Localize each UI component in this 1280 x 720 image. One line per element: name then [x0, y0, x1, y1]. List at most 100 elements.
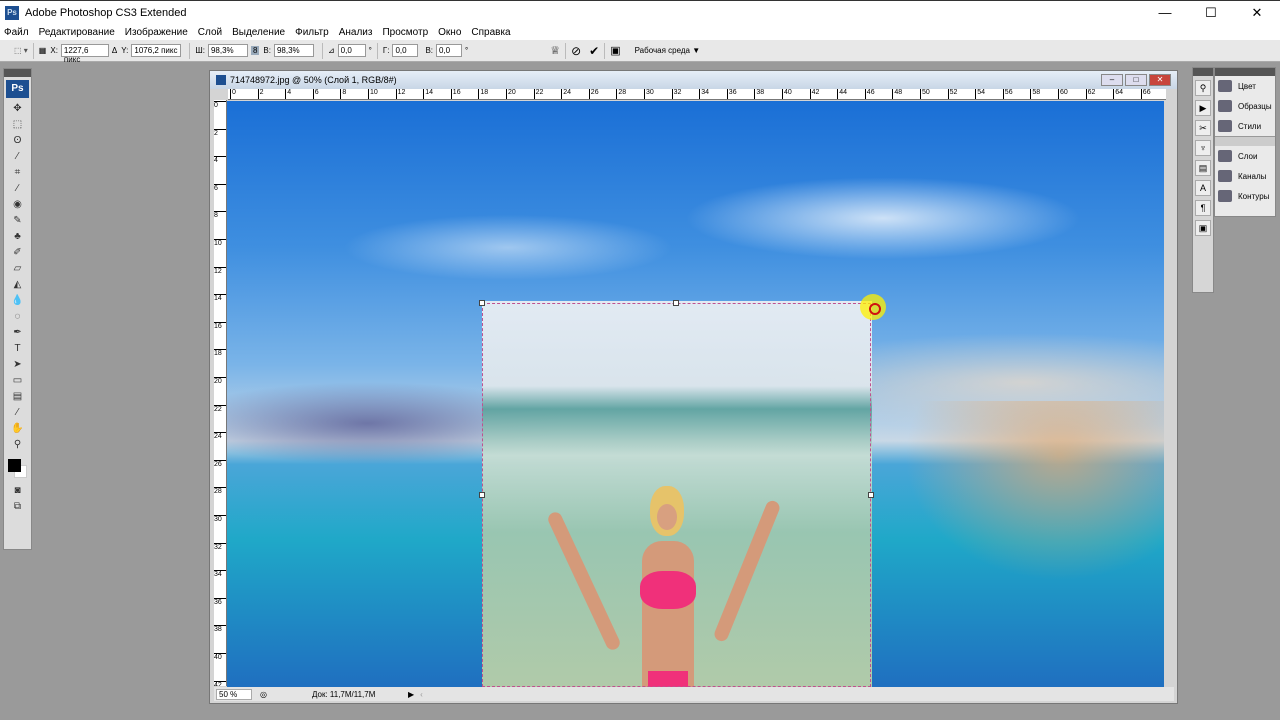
transform-handle[interactable]: [479, 300, 485, 306]
ruler-label: 32: [671, 89, 681, 99]
ruler-label: 40: [782, 89, 792, 99]
delta-icon[interactable]: Δ: [112, 46, 117, 55]
shape-tool-icon[interactable]: ▭: [4, 373, 31, 389]
stamp-tool-icon[interactable]: ♣: [4, 229, 31, 245]
menu-file[interactable]: Файл: [4, 27, 29, 38]
reference-point-icon[interactable]: ▦: [39, 46, 47, 55]
magic-wand-tool-icon[interactable]: ⁄: [4, 149, 31, 165]
hskew-field[interactable]: 0,0: [392, 44, 419, 57]
panel-paths[interactable]: Контуры: [1215, 186, 1275, 206]
actions-icon[interactable]: ▶: [1195, 100, 1211, 116]
healing-tool-icon[interactable]: ◉: [4, 197, 31, 213]
bridge-icon[interactable]: ▣: [610, 44, 620, 57]
y-field[interactable]: 1076,2 пикс: [131, 44, 182, 57]
doc-close-button[interactable]: ✕: [1149, 74, 1171, 86]
blur-tool-icon[interactable]: 💧: [4, 293, 31, 309]
menu-image[interactable]: Изображение: [125, 27, 188, 38]
slice-tool-icon[interactable]: ∕: [4, 181, 31, 197]
angle-field[interactable]: 0,0: [337, 44, 366, 57]
x-label: X:: [50, 46, 58, 55]
marquee-tool-icon[interactable]: ⬚: [4, 117, 31, 133]
vskew-field[interactable]: 0,0: [436, 44, 462, 57]
ruler-label: 0: [230, 89, 236, 99]
canvas[interactable]: [227, 101, 1164, 687]
cancel-transform-icon[interactable]: ⊘: [571, 44, 581, 58]
tools-icon[interactable]: ✂: [1195, 120, 1211, 136]
menu-analysis[interactable]: Анализ: [339, 27, 373, 38]
quick-mask-icon[interactable]: ◙: [4, 483, 31, 499]
hand-tool-icon[interactable]: ✋: [4, 421, 31, 437]
layer-comps-icon[interactable]: ▣: [1195, 220, 1211, 236]
transform-bounding-box[interactable]: [479, 300, 874, 687]
ruler-label: 22: [533, 89, 543, 99]
doc-maximize-button[interactable]: □: [1125, 74, 1147, 86]
path-select-icon[interactable]: ➤: [4, 357, 31, 373]
crop-tool-icon[interactable]: ⌗: [4, 165, 31, 181]
ruler-label: 14: [423, 89, 433, 99]
transform-handle[interactable]: [868, 492, 874, 498]
brush-tool-icon[interactable]: ✎: [4, 213, 31, 229]
menu-view[interactable]: Просмотр: [382, 27, 428, 38]
layers-panel-icon: [1218, 150, 1232, 162]
color-swatches[interactable]: [4, 453, 31, 483]
ruler-label: 34: [214, 570, 226, 578]
menu-edit[interactable]: Редактирование: [39, 27, 115, 38]
move-tool-icon[interactable]: ✥: [4, 101, 31, 117]
menu-layer[interactable]: Слой: [198, 27, 222, 38]
doc-minimize-button[interactable]: –: [1101, 74, 1123, 86]
history-brush-icon[interactable]: ✐: [4, 245, 31, 261]
link-icon[interactable]: 8: [250, 46, 260, 55]
zoom-field[interactable]: 50 %: [216, 688, 252, 700]
horizontal-ruler[interactable]: 0 2 4 6 8 10 12 14 16 18 20 22 24 26 28 30 32 34 36 38 40 42 4…: [228, 89, 1166, 100]
maximize-button[interactable]: ☐: [1188, 1, 1234, 25]
pen-tool-icon[interactable]: ✒: [4, 325, 31, 341]
transform-handle[interactable]: [673, 300, 679, 306]
ruler-label: 10: [368, 89, 378, 99]
ruler-label: 8: [340, 89, 346, 99]
panel-label: Слои: [1238, 151, 1258, 161]
minimize-button[interactable]: —: [1142, 1, 1188, 25]
panel-styles[interactable]: Стили: [1215, 116, 1275, 136]
scroll-left-icon[interactable]: ‹: [420, 690, 423, 699]
workspace-button[interactable]: Рабочая среда ▼: [635, 46, 701, 55]
paragraph-icon[interactable]: ¶: [1195, 200, 1211, 216]
brushes-icon[interactable]: ♆: [1195, 140, 1211, 156]
character-icon[interactable]: A: [1195, 180, 1211, 196]
clone-source-icon[interactable]: ▤: [1195, 160, 1211, 176]
ruler-label: 46: [864, 89, 875, 99]
width-field[interactable]: 98,3%: [207, 44, 248, 57]
eraser-tool-icon[interactable]: ▱: [4, 261, 31, 277]
menu-help[interactable]: Справка: [471, 27, 510, 38]
type-tool-icon[interactable]: T: [4, 341, 31, 357]
document-title-bar[interactable]: 714748972.jpg @ 50% (Слой 1, RGB/8#) – □…: [210, 71, 1177, 89]
panel-label: Контуры: [1238, 191, 1270, 201]
height-field[interactable]: 98,3%: [273, 44, 314, 57]
vertical-ruler[interactable]: 0 2 4 6 8 10 12 14 16 18 20 22 24 26 28 30 32 34 36 38 40 42: [214, 100, 227, 686]
warp-icon[interactable]: ♕: [550, 44, 560, 57]
close-button[interactable]: ✕: [1234, 1, 1280, 25]
ruler-label: 18: [214, 349, 226, 357]
zoom-tool-icon[interactable]: ⚲: [4, 437, 31, 453]
menu-window[interactable]: Окно: [438, 27, 461, 38]
dodge-tool-icon[interactable]: ◌: [4, 309, 31, 325]
menu-select[interactable]: Выделение: [232, 27, 285, 38]
panel-color[interactable]: Цвет: [1215, 76, 1275, 96]
panel-swatches[interactable]: Образцы: [1215, 96, 1275, 116]
commit-transform-icon[interactable]: ✔: [589, 44, 599, 58]
status-icon[interactable]: ◎: [260, 690, 267, 699]
panel-layers[interactable]: Слои: [1215, 146, 1275, 166]
ruler-label: 56: [1002, 89, 1013, 99]
bucket-tool-icon[interactable]: ◭: [4, 277, 31, 293]
cursor-highlight: [860, 294, 886, 320]
navigator-icon[interactable]: ⚲: [1195, 80, 1211, 96]
eyedropper-tool-icon[interactable]: ⁄: [4, 405, 31, 421]
lasso-tool-icon[interactable]: ʘ: [4, 133, 31, 149]
transform-handle[interactable]: [479, 492, 485, 498]
x-field[interactable]: 1227,6 пикс: [60, 44, 109, 64]
menu-filter[interactable]: Фильтр: [295, 27, 329, 38]
notes-tool-icon[interactable]: ▤: [4, 389, 31, 405]
screen-mode-icon[interactable]: ⧉: [4, 499, 31, 515]
status-menu-arrow[interactable]: ▶: [408, 690, 414, 699]
panel-channels[interactable]: Каналы: [1215, 166, 1275, 186]
tool-preset-icon[interactable]: ⬚ ▾: [14, 46, 28, 55]
